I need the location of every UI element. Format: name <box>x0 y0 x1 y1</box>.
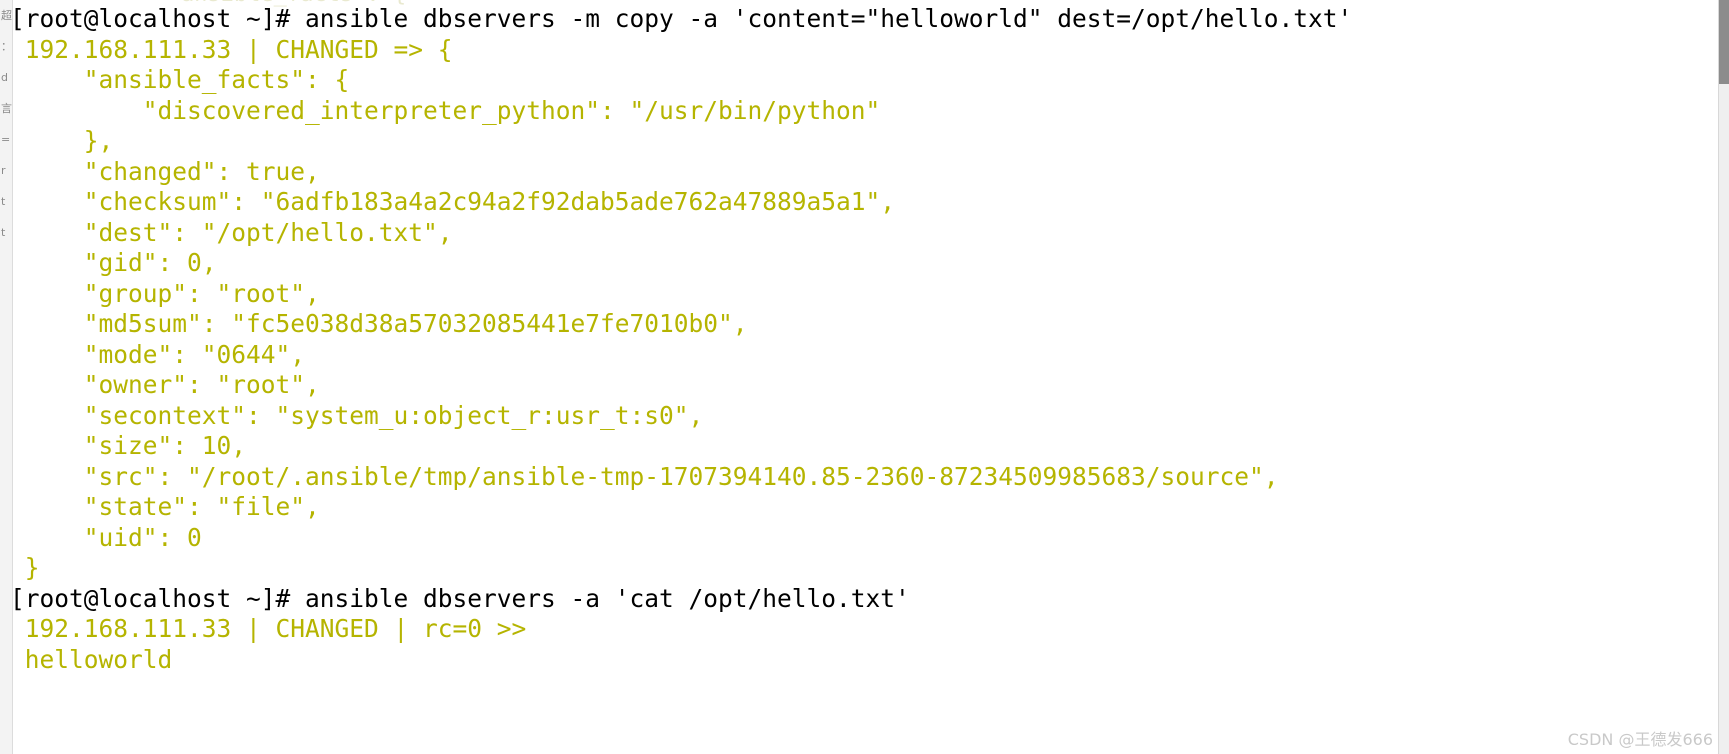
terminal-output-line: "ansible_facts": { <box>10 65 350 94</box>
terminal-output-line: 192.168.111.33 | CHANGED | rc=0 >> <box>10 614 527 643</box>
terminal-output-line: helloworld <box>10 644 173 674</box>
terminal-output-line: "changed": true, <box>10 156 320 186</box>
terminal-output-line: "state": "file", <box>10 492 320 521</box>
terminal-output-line: "owner": "root", <box>10 370 320 399</box>
watermark: CSDN @王德发666 <box>1567 730 1713 749</box>
terminal-output-line: 192.168.111.33 | CHANGED => { <box>10 34 453 64</box>
terminal-output-line: "dest": "/opt/hello.txt", <box>10 217 453 247</box>
terminal-command-line: [root@localhost ~]# ansible dbservers -a… <box>10 583 910 613</box>
terminal-output-line: "gid": 0, <box>10 248 217 277</box>
scrollbar-thumb[interactable] <box>1719 0 1729 84</box>
scrollbar-track[interactable] <box>1718 0 1729 754</box>
terminal-output-line: "group": "root", <box>10 278 320 308</box>
terminal-output-line: "mode": "0644", <box>10 339 306 369</box>
terminal-output-line: "discovered_interpreter_python": "/usr/b… <box>10 95 881 125</box>
ghost-previous-line: "ansible_facts": { <box>22 0 406 7</box>
terminal-output-line: "uid": 0 <box>10 522 202 552</box>
terminal-screen[interactable]: "ansible_facts": { [root@localhost ~]# a… <box>10 0 1718 675</box>
terminal-output-lines: [root@localhost ~]# ansible dbservers -m… <box>10 4 1718 675</box>
terminal-output-line: } <box>10 553 40 582</box>
terminal-output-line: "md5sum": "fc5e038d38a57032085441e7fe701… <box>10 309 748 338</box>
terminal-command-line: [root@localhost ~]# ansible dbservers -m… <box>10 4 1353 33</box>
terminal-output-line: "secontext": "system_u:object_r:usr_t:s0… <box>10 400 704 430</box>
terminal-output-line: "size": 10, <box>10 431 247 460</box>
terminal-output-line: }, <box>10 126 114 155</box>
terminal-output-line: "checksum": "6adfb183a4a2c94a2f92dab5ade… <box>10 187 896 216</box>
terminal-output-line: "src": "/root/.ansible/tmp/ansible-tmp-1… <box>10 461 1279 491</box>
terminal-window: 超：d言=rtt "ansible_facts": { [root@localh… <box>0 0 1729 754</box>
